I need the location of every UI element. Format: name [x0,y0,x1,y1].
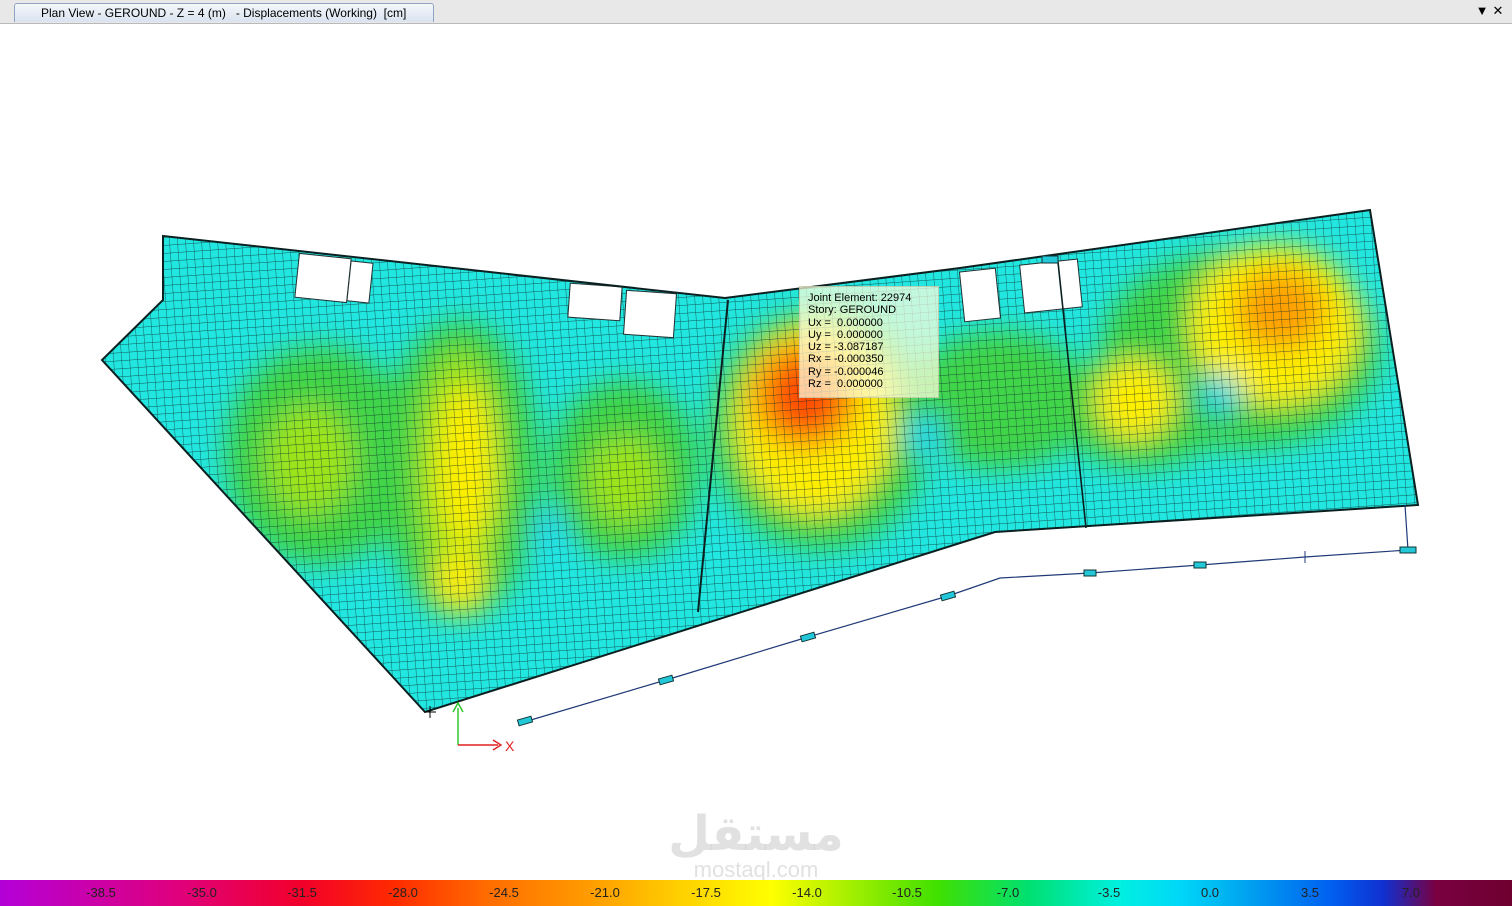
tooltip-line: Ux = 0.000000 [808,316,883,329]
legend-value: -17.5 [691,885,721,900]
legend-value: -38.5 [86,885,116,900]
legend-value: -10.5 [892,885,922,900]
legend-value: -28.0 [388,885,418,900]
legend-value: -7.0 [996,885,1020,900]
slab-contour [100,208,1420,714]
legend-value: 7.0 [1401,885,1421,900]
x-axis-label: X [505,738,515,754]
legend-value: -14.0 [792,885,822,900]
legend-value: -31.5 [287,885,317,900]
axis-indicator: X [424,701,515,754]
legend-value: -21.0 [590,885,620,900]
chevron-down-icon[interactable]: ▼ [1474,3,1490,19]
legend-value: -35.0 [187,885,217,900]
tooltip-line: Uz = -3.087187 [808,341,884,354]
tooltip-line: Ry = -0.000046 [808,365,884,378]
close-icon[interactable]: ✕ [1490,3,1506,19]
tooltip-line: Uy = 0.000000 [808,328,883,341]
legend-value: 3.5 [1300,885,1320,900]
color-legend-bar: -38.5 -35.0 -31.5 -28.0 -24.5 -21.0 -17.… [0,880,1512,906]
legend-value: 0.0 [1200,885,1220,900]
plan-view-canvas[interactable]: X [0,24,1512,880]
tab-plan-view[interactable]: Plan View - GEROUND - Z = 4 (m) - Displa… [14,3,434,22]
legend-value: -24.5 [489,885,519,900]
tooltip-line: Rx = -0.000350 [808,353,884,366]
title-bar: Plan View - GEROUND - Z = 4 (m) - Displa… [0,0,1512,24]
legend-value: -3.5 [1097,885,1121,900]
joint-info-tooltip: Joint Element: 22974 Story: GEROUND Ux =… [799,286,939,398]
tooltip-line: Rz = 0.000000 [808,378,883,391]
tooltip-line: Joint Element: 22974 [808,292,912,304]
tooltip-line: Story: GEROUND [808,304,897,317]
